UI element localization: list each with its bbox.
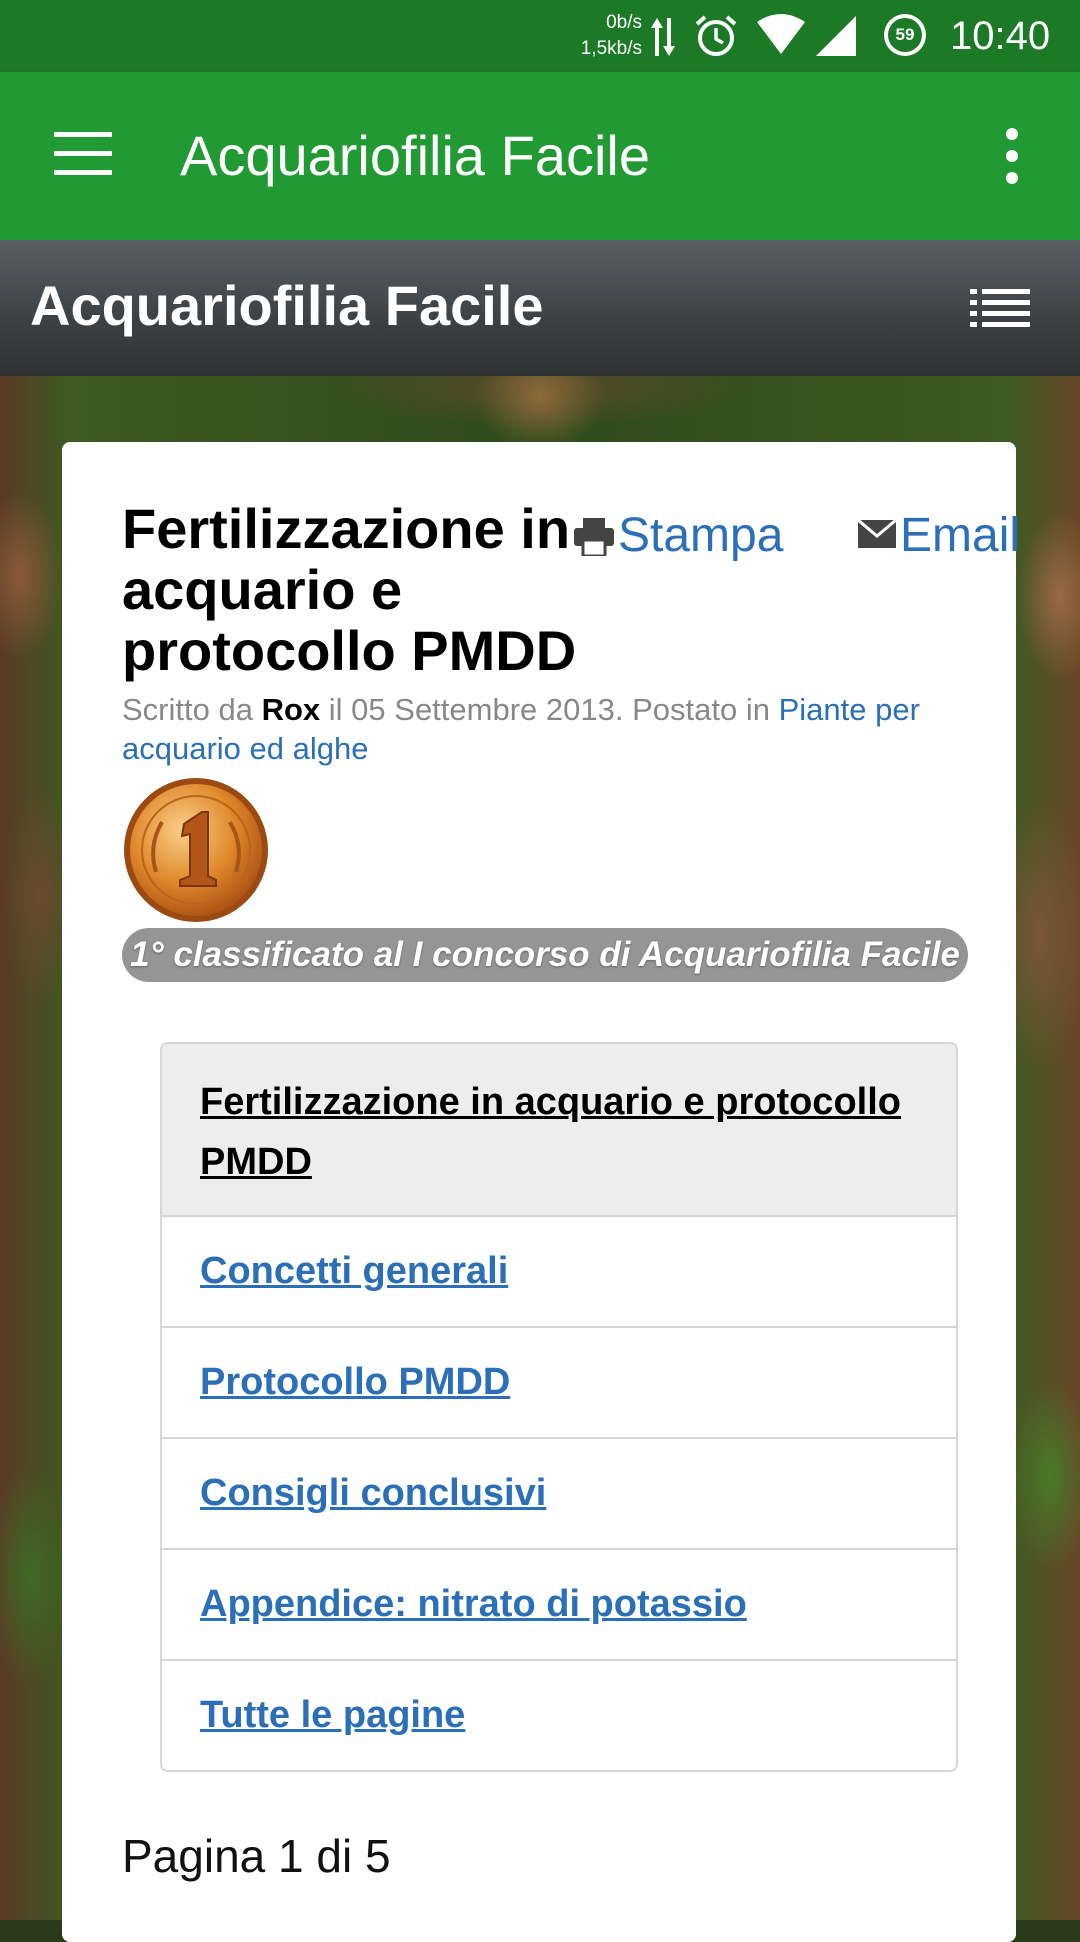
- network-speed: 0b/s 1,5kb/s: [566, 10, 642, 62]
- site-header: Acquariofilia Facile: [0, 240, 1080, 376]
- status-bar: 0b/s 1,5kb/s 59 10:40: [0, 0, 1080, 72]
- toc-item-concetti-generali[interactable]: Concetti generali: [162, 1217, 956, 1328]
- article-card: Fertilizzazione in acquario e protocollo…: [62, 442, 1020, 1942]
- app-bar: Acquariofilia Facile: [0, 72, 1080, 240]
- battery-level: 59: [888, 18, 922, 52]
- article-title: Fertilizzazione in acquario e protocollo…: [122, 497, 577, 682]
- envelope-icon: [858, 518, 896, 548]
- written-by-text: Scritto da: [122, 692, 253, 727]
- date-text: il 05 Settembre 2013. Postato in: [328, 692, 770, 727]
- alarm-icon: [695, 15, 737, 56]
- printer-icon: [574, 518, 614, 556]
- toc-item-appendice[interactable]: Appendice: nitrato di potassio: [162, 1550, 956, 1661]
- list-menu-icon[interactable]: [970, 286, 1030, 330]
- toc-heading[interactable]: Fertilizzazione in acquario e protocollo…: [162, 1044, 956, 1217]
- email-label: Email: [900, 509, 1021, 562]
- article-meta: Scritto da Rox il 05 Settembre 2013. Pos…: [122, 690, 942, 768]
- more-vert-icon[interactable]: [1000, 128, 1026, 184]
- data-transfer-icon: [651, 18, 675, 56]
- net-down: 0b/s: [606, 12, 642, 33]
- gold-medal-icon: [124, 778, 268, 922]
- net-up: 1,5kb/s: [580, 38, 642, 59]
- toc-item-tutte-le-pagine[interactable]: Tutte le pagine: [162, 1661, 956, 1770]
- toc-item-consigli-conclusivi[interactable]: Consigli conclusivi: [162, 1439, 956, 1550]
- print-label: Stampa: [618, 509, 784, 562]
- clock: 10:40: [950, 14, 1051, 58]
- table-of-contents: Fertilizzazione in acquario e protocollo…: [160, 1042, 958, 1772]
- site-title[interactable]: Acquariofilia Facile: [30, 272, 544, 340]
- print-button[interactable]: Stampa: [574, 508, 783, 564]
- signal-icon: [816, 16, 856, 56]
- wifi-icon: [757, 14, 805, 54]
- pagination-text: Pagina 1 di 5: [122, 1830, 391, 1882]
- award-badge: 1° classificato al I concorso di Acquari…: [122, 928, 968, 982]
- app-title: Acquariofilia Facile: [180, 124, 650, 187]
- email-button[interactable]: Email: [858, 508, 1020, 564]
- hamburger-menu-icon[interactable]: [54, 132, 112, 176]
- battery-icon: 59: [884, 14, 926, 56]
- author-name: Rox: [261, 692, 321, 727]
- toc-item-protocollo-pmdd[interactable]: Protocollo PMDD: [162, 1328, 956, 1439]
